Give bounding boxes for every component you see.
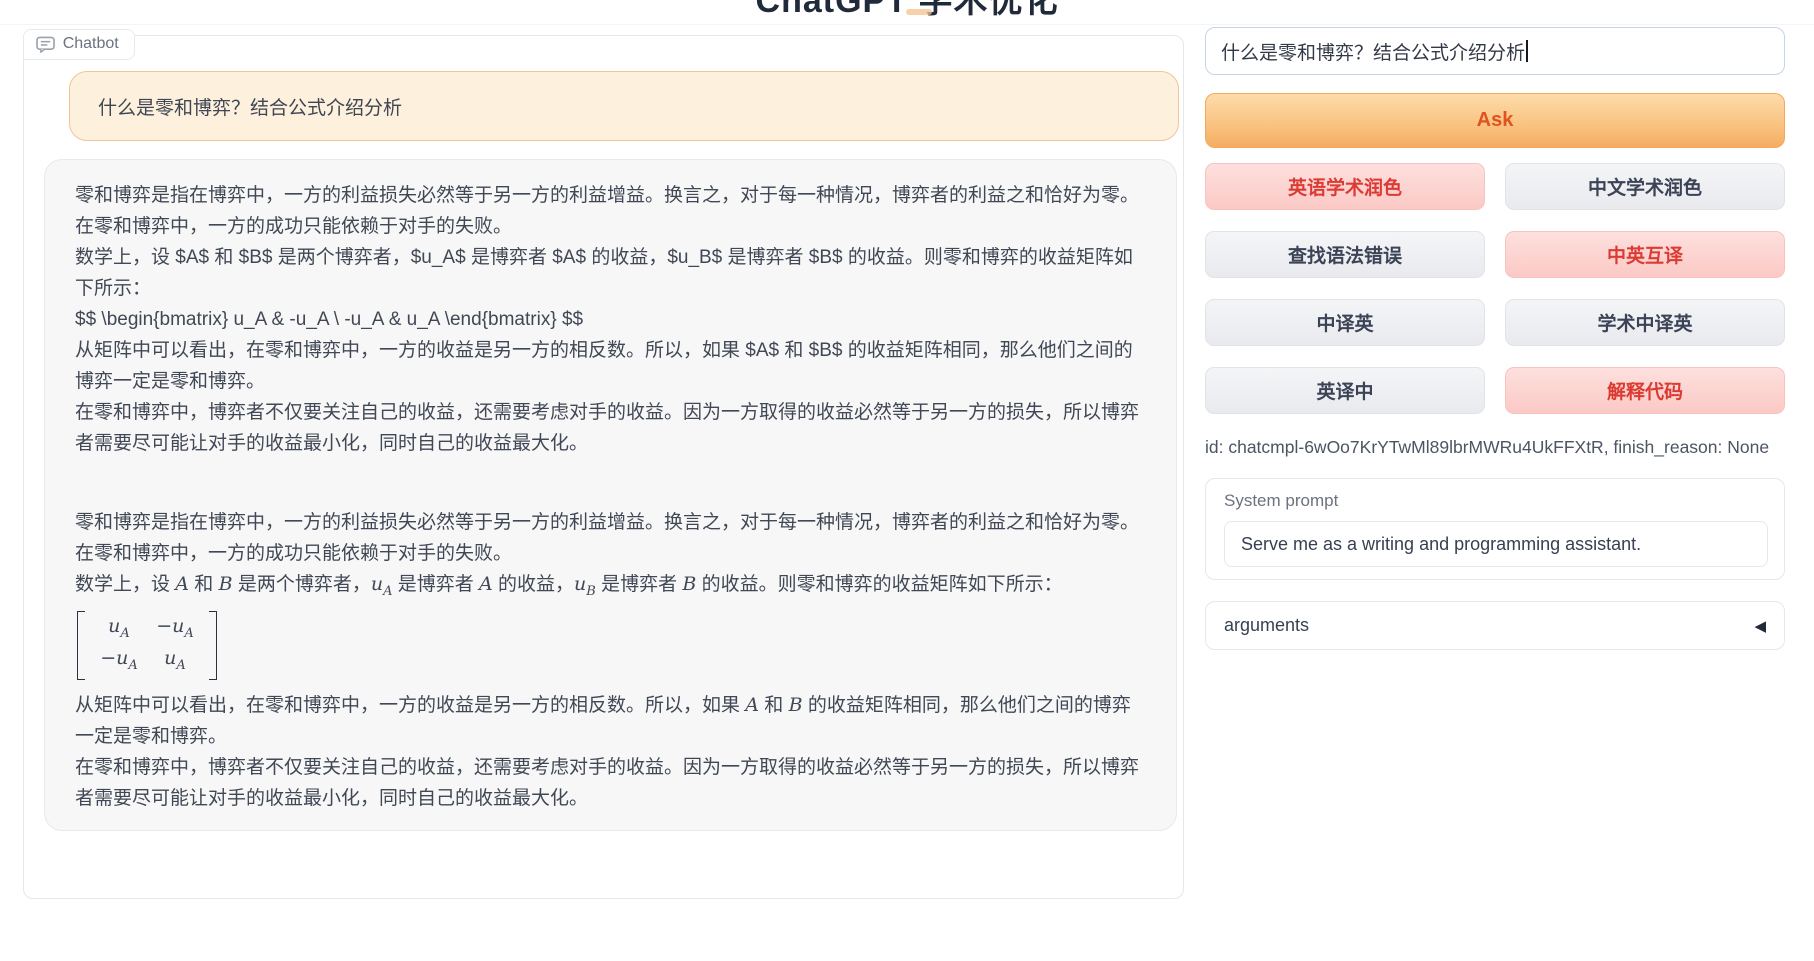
bot-paragraph: 零和博弈是指在博弈中，一方的利益损失必然等于另一方的利益增益。换言之，对于每一种… (75, 180, 1146, 242)
question-input[interactable]: 什么是零和博弈？结合公式介绍分析 (1205, 27, 1785, 75)
bot-paragraph: 在零和博弈中，博弈者不仅要关注自己的收益，还需要考虑对手的收益。因为一方取得的收… (75, 397, 1146, 459)
btn-chinese-academic-polish[interactable]: 中文学术润色 (1505, 163, 1785, 210)
bot-paragraph-math: 数学上，设 A 和 B 是两个博弈者，uA 是博弈者 A 的收益，uB 是博弈者… (75, 569, 1146, 607)
collapse-caret-icon[interactable]: ◀ (1754, 617, 1766, 635)
bot-paragraph: 数学上，设 $A$ 和 $B$ 是两个博弈者，$u_A$ 是博弈者 $A$ 的收… (75, 242, 1146, 304)
arguments-accordion-header[interactable]: arguments ◀ (1205, 601, 1785, 650)
user-message-bubble: 什么是零和博弈？结合公式介绍分析 (69, 71, 1179, 141)
bot-paragraph: 零和博弈是指在博弈中，一方的利益损失必然等于另一方的利益增益。换言之，对于每一种… (75, 507, 1146, 569)
bot-paragraph: 在零和博弈中，博弈者不仅要关注自己的收益，还需要考虑对手的收益。因为一方取得的收… (75, 752, 1146, 814)
quick-actions-grid: 英语学术润色 中文学术润色 查找语法错误 中英互译 中译英 学术中译英 英译中 … (1205, 163, 1785, 414)
paragraph-gap (75, 459, 1146, 507)
btn-en-to-zh[interactable]: 英译中 (1205, 367, 1485, 414)
bot-latex-source: $$ \begin{bmatrix} u_A & -u_A \ -u_A & u… (75, 304, 1146, 335)
matrix-left-bracket (77, 611, 85, 681)
chatbot-label-text: Chatbot (63, 35, 119, 53)
matrix-row: −uA uA (91, 646, 203, 678)
title-underline-fragment (906, 9, 932, 15)
bot-paragraph-math: 从矩阵中可以看出，在零和博弈中，一方的收益是另一方的相反数。所以，如果 A 和 … (75, 690, 1146, 752)
text-cursor (1526, 40, 1528, 62)
payoff-matrix: uA −uA −uA uA (77, 611, 217, 681)
arguments-accordion-label: arguments (1224, 615, 1309, 636)
btn-english-academic-polish[interactable]: 英语学术润色 (1205, 163, 1485, 210)
btn-academic-zh-to-en[interactable]: 学术中译英 (1505, 299, 1785, 346)
response-status-line: id: chatcmpl-6wOo7KrYTwMl89lbrMWRu4UkFFX… (1205, 437, 1785, 458)
chatbot-panel: Chatbot 什么是零和博弈？结合公式介绍分析 零和博弈是指在博弈中，一方的利… (23, 35, 1184, 899)
matrix-row: uA −uA (91, 614, 203, 646)
btn-explain-code[interactable]: 解释代码 (1505, 367, 1785, 414)
chat-bubble-icon (36, 36, 55, 53)
chatbot-label: Chatbot (23, 29, 135, 60)
btn-zh-en-mutual-translate[interactable]: 中英互译 (1505, 231, 1785, 278)
bot-message-bubble: 零和博弈是指在博弈中，一方的利益损失必然等于另一方的利益增益。换言之，对于每一种… (44, 159, 1177, 831)
top-divider (0, 24, 1814, 25)
system-prompt-input[interactable] (1224, 521, 1768, 567)
btn-find-grammar-errors[interactable]: 查找语法错误 (1205, 231, 1485, 278)
btn-zh-to-en[interactable]: 中译英 (1205, 299, 1485, 346)
question-input-value: 什么是零和博弈？结合公式介绍分析 (1221, 38, 1525, 65)
system-prompt-group: System prompt (1205, 478, 1785, 580)
ask-button[interactable]: Ask (1205, 93, 1785, 148)
system-prompt-label: System prompt (1224, 491, 1338, 511)
bot-paragraph: 从矩阵中可以看出，在零和博弈中，一方的收益是另一方的相反数。所以，如果 $A$ … (75, 335, 1146, 397)
user-message-text: 什么是零和博弈？结合公式介绍分析 (98, 93, 402, 120)
matrix-right-bracket (209, 611, 217, 681)
